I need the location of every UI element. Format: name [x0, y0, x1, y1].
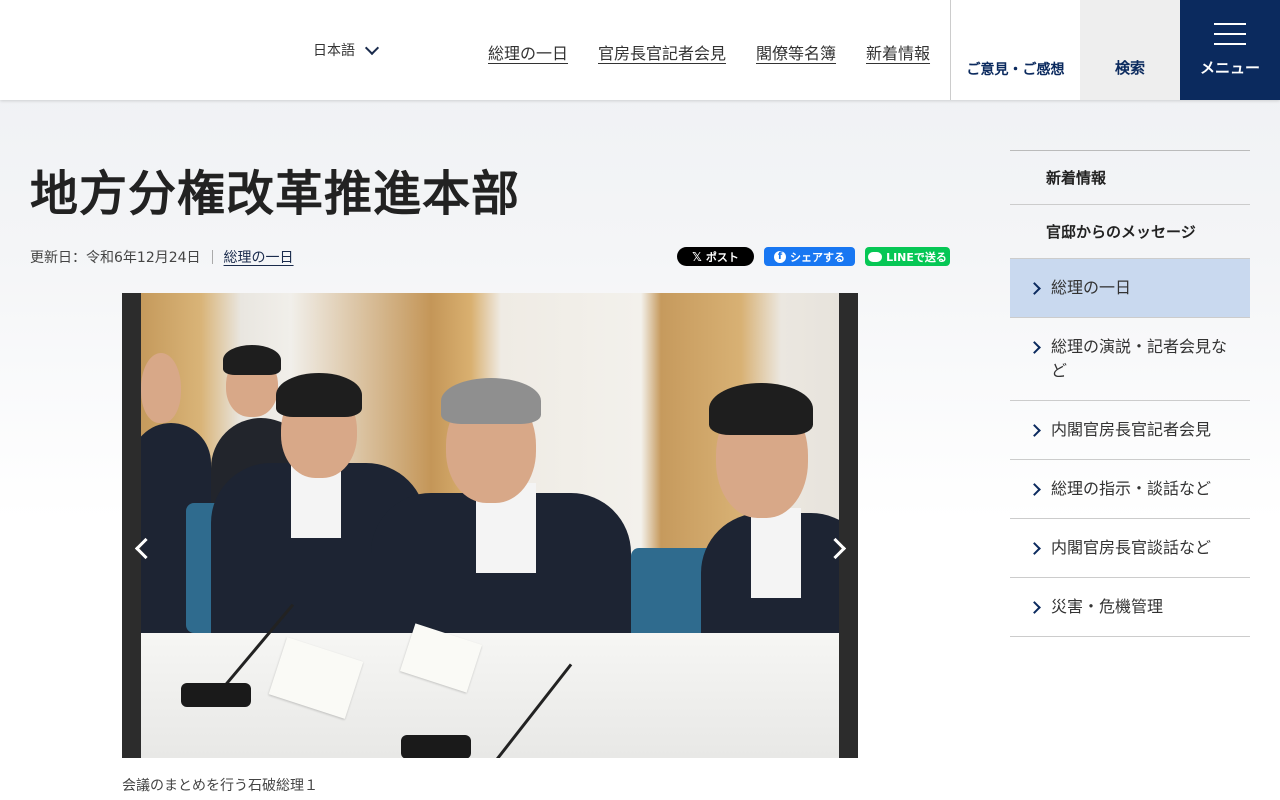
- sidebar-item-label: 内閣官房長官記者会見: [1051, 420, 1212, 439]
- chevron-right-icon: [1028, 424, 1041, 437]
- site-header: 日本語 総理の一日 官房長官記者会見 閣僚等名簿 新着情報 ご意見・ご感想 検索…: [0, 0, 1280, 100]
- sidebar-item-label: 内閣官房長官談話など: [1051, 538, 1212, 557]
- sidebar-item-label: 災害・危機管理: [1051, 597, 1164, 616]
- category-link[interactable]: 総理の一日: [224, 247, 294, 267]
- chevron-right-icon: [1028, 483, 1041, 496]
- sidebar-item-instructions[interactable]: 総理の指示・談話など: [1010, 460, 1250, 519]
- menu-label: メニュー: [1199, 58, 1260, 77]
- sidebar-item-label: 総理の指示・談話など: [1051, 479, 1212, 498]
- updated-date: 更新日：令和6年12月24日: [30, 250, 201, 266]
- page-meta: 更新日：令和6年12月24日 総理の一日: [30, 247, 294, 267]
- chevron-left-icon: [134, 537, 156, 559]
- search-button[interactable]: 検索: [1080, 0, 1180, 100]
- chevron-right-icon: [824, 537, 846, 559]
- facebook-share-label: シェアする: [790, 250, 845, 264]
- sidebar-item-chief-secretary-press[interactable]: 内閣官房長官記者会見: [1010, 401, 1250, 460]
- opinion-button[interactable]: ご意見・ご感想: [950, 0, 1080, 100]
- opinion-label: ご意見・ご感想: [966, 62, 1065, 78]
- nav-link-cabinet-list[interactable]: 閣僚等名簿: [756, 40, 836, 64]
- chevron-down-icon: [364, 40, 380, 55]
- chevron-right-icon: [1028, 542, 1041, 555]
- line-share-label: LINEで送る: [886, 250, 947, 264]
- page-title: 地方分権改革推進本部: [30, 166, 521, 222]
- x-share-label: ポスト: [705, 250, 739, 264]
- sidebar-heading-messages[interactable]: 官邸からのメッセージ: [1010, 205, 1250, 259]
- facebook-logo-icon: f: [774, 250, 786, 263]
- meta-divider: [211, 250, 213, 264]
- sidebar-nav: 新着情報 官邸からのメッセージ 総理の一日 総理の演説・記者会見など 内閣官房長…: [1010, 150, 1250, 637]
- x-logo-icon: 𝕏: [692, 249, 702, 264]
- sidebar-item-disaster[interactable]: 災害・危機管理: [1010, 578, 1250, 637]
- search-label: 検索: [1114, 58, 1145, 77]
- microphone-base: [181, 683, 251, 707]
- sidebar-item-label: 総理の一日: [1051, 278, 1132, 297]
- sidebar-heading-news[interactable]: 新着情報: [1010, 151, 1250, 205]
- chevron-right-icon: [1028, 601, 1041, 614]
- microphone-base: [401, 735, 471, 758]
- carousel-next-button[interactable]: [818, 518, 858, 578]
- chevron-right-icon: [1028, 282, 1041, 295]
- nav-link-press-conference[interactable]: 官房長官記者会見: [598, 40, 726, 64]
- sidebar-item-chief-secretary-statements[interactable]: 内閣官房長官談話など: [1010, 519, 1250, 578]
- sidebar-item-label: 総理の演説・記者会見など: [1051, 337, 1228, 380]
- menu-button[interactable]: メニュー: [1180, 0, 1280, 100]
- facebook-share-button[interactable]: f シェアする: [764, 247, 855, 266]
- line-share-button[interactable]: LINEで送る: [865, 247, 950, 266]
- hamburger-icon: [1214, 22, 1246, 45]
- chevron-right-icon: [1028, 341, 1041, 354]
- nav-link-news[interactable]: 新着情報: [866, 40, 930, 64]
- sidebar-item-speeches[interactable]: 総理の演説・記者会見など: [1010, 318, 1250, 401]
- nav-link-daily[interactable]: 総理の一日: [488, 40, 568, 64]
- photo-carousel: [122, 293, 858, 758]
- carousel-prev-button[interactable]: [122, 518, 162, 578]
- x-share-button[interactable]: 𝕏 ポスト: [677, 247, 754, 266]
- line-logo-icon: [868, 251, 883, 262]
- language-label: 日本語: [313, 43, 355, 59]
- language-selector[interactable]: 日本語: [313, 40, 380, 60]
- photo-caption: 会議のまとめを行う石破総理１: [122, 778, 318, 794]
- meeting-photo: [141, 293, 839, 758]
- sidebar-item-daily[interactable]: 総理の一日: [1010, 259, 1250, 318]
